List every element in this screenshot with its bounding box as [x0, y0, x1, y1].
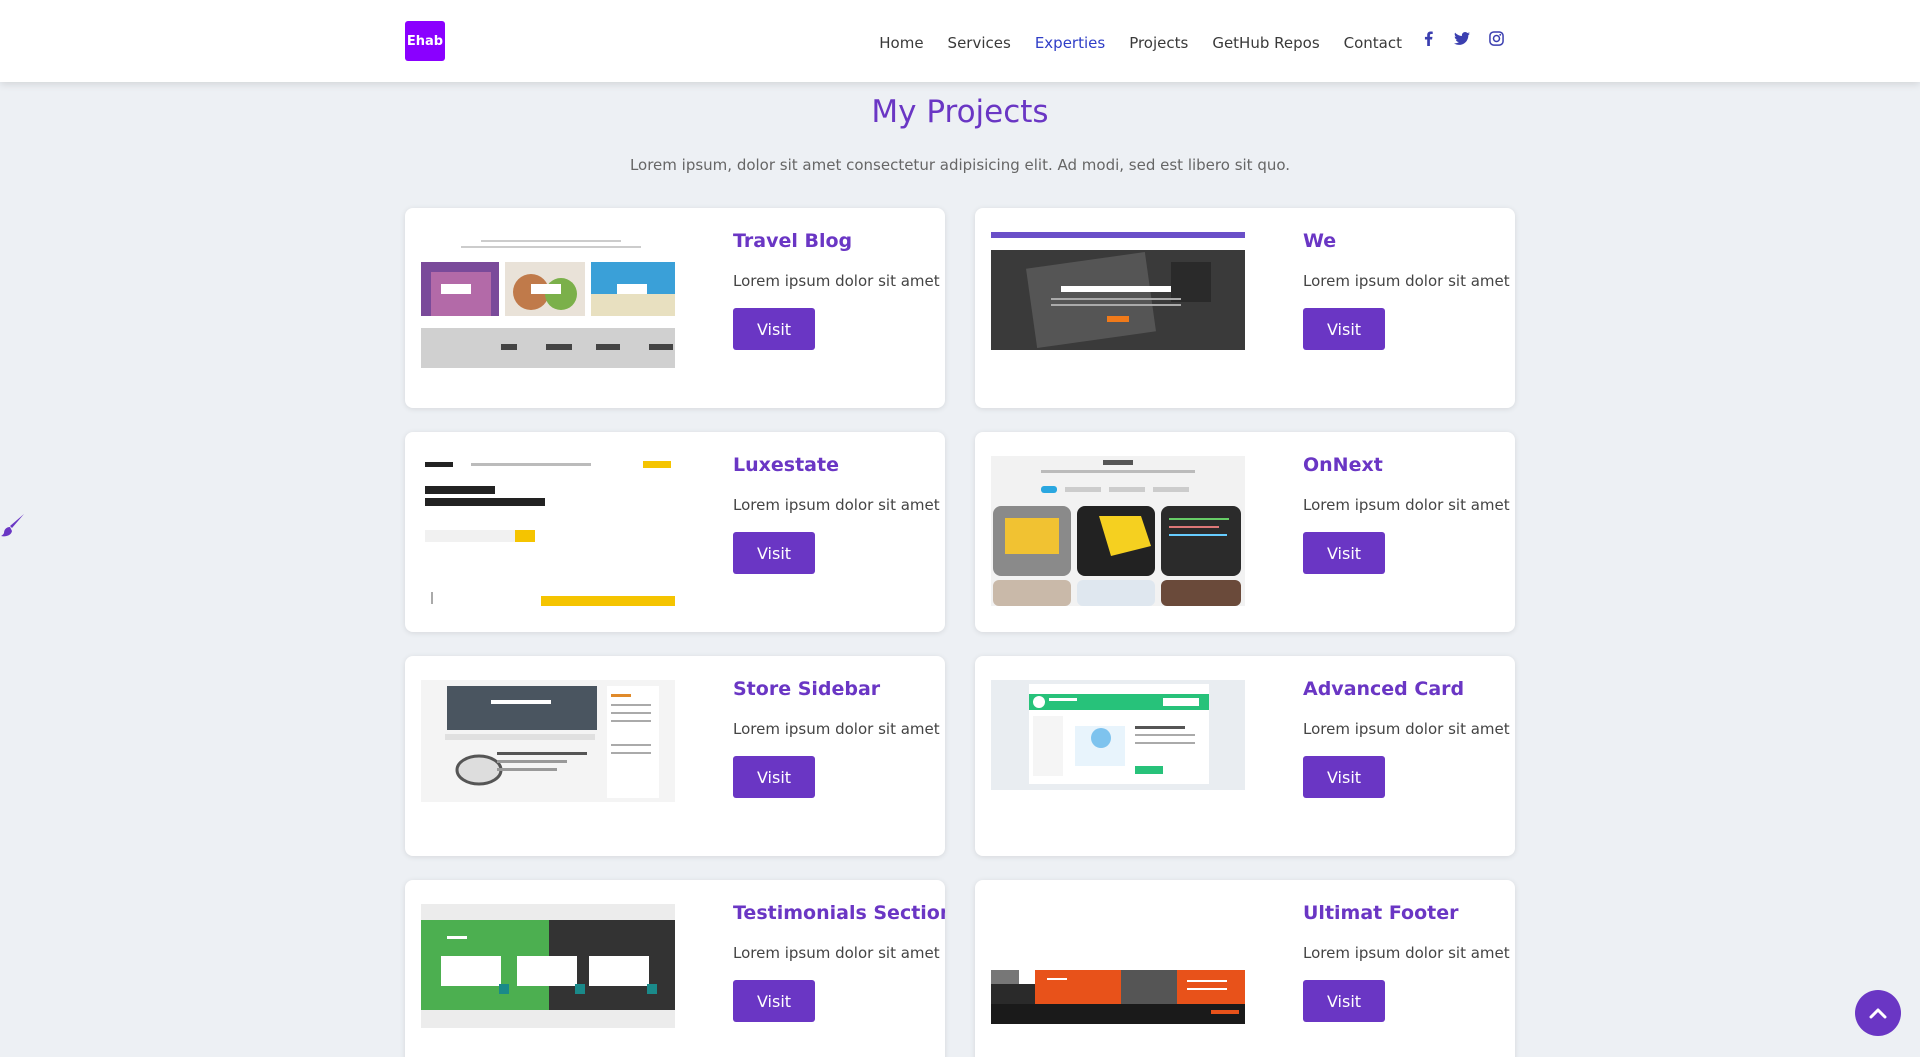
projects-grid: Travel Blog Lorem ipsum dolor sit amet V…	[405, 208, 1515, 1057]
project-thumbnail	[991, 456, 1245, 606]
visit-button[interactable]: Visit	[1303, 532, 1385, 574]
project-card-we: We Lorem ipsum dolor sit amet Visit	[975, 208, 1515, 408]
nav-link-services[interactable]: Services	[948, 34, 1011, 52]
project-card-body: OnNext Lorem ipsum dolor sit amet Visit	[1303, 454, 1510, 574]
project-title: Travel Blog	[733, 230, 853, 252]
project-card-store-sidebar: Store Sidebar Lorem ipsum dolor sit amet…	[405, 656, 945, 856]
instagram-icon[interactable]	[1488, 30, 1504, 46]
back-to-top-button[interactable]	[1855, 990, 1901, 1036]
project-card-body: We Lorem ipsum dolor sit amet Visit	[1303, 230, 1510, 350]
visit-button[interactable]: Visit	[1303, 308, 1385, 350]
nav-link-contact[interactable]: Contact	[1344, 34, 1402, 52]
project-thumbnail	[421, 456, 675, 606]
nav-link-experties[interactable]: Experties	[1035, 34, 1105, 52]
project-thumbnail	[991, 680, 1245, 830]
section-title: My Projects	[871, 94, 1049, 130]
project-card-body: Travel Blog Lorem ipsum dolor sit amet V…	[733, 230, 940, 350]
project-description: Lorem ipsum dolor sit amet	[1303, 944, 1510, 962]
project-card-advanced-card: Advanced Card Lorem ipsum dolor sit amet…	[975, 656, 1515, 856]
paintbrush-icon[interactable]	[0, 512, 26, 538]
project-description: Lorem ipsum dolor sit amet	[733, 496, 940, 514]
project-title: Store Sidebar	[733, 678, 881, 700]
visit-button[interactable]: Visit	[733, 532, 815, 574]
project-description: Lorem ipsum dolor sit amet	[1303, 272, 1510, 290]
main-nav: Home Services Experties Projects GetHub …	[879, 34, 1402, 52]
project-thumbnail	[421, 232, 675, 382]
visit-button[interactable]: Visit	[733, 980, 815, 1022]
project-title: Advanced Card	[1303, 678, 1465, 700]
project-title: We	[1303, 230, 1337, 252]
navbar: Ehab Home Services Experties Projects Ge…	[0, 0, 1920, 82]
project-card-luxestate: Luxestate Lorem ipsum dolor sit amet Vis…	[405, 432, 945, 632]
project-description: Lorem ipsum dolor sit amet	[733, 944, 940, 962]
project-card-body: Ultimat Footer Lorem ipsum dolor sit ame…	[1303, 902, 1510, 1022]
section-subtitle: Lorem ipsum, dolor sit amet consectetur …	[629, 156, 1291, 174]
twitter-icon[interactable]	[1454, 30, 1470, 46]
project-card-body: Testimonials Section Lorem ipsum dolor s…	[733, 902, 945, 1022]
project-card-ultimat-footer: Ultimat Footer Lorem ipsum dolor sit ame…	[975, 880, 1515, 1057]
project-description: Lorem ipsum dolor sit amet	[1303, 496, 1510, 514]
visit-button[interactable]: Visit	[733, 756, 815, 798]
project-title: Testimonials Section	[733, 902, 945, 924]
project-title: Luxestate	[733, 454, 839, 476]
project-thumbnail	[421, 680, 675, 830]
project-description: Lorem ipsum dolor sit amet	[733, 720, 940, 738]
project-title: OnNext	[1303, 454, 1383, 476]
social-links	[1420, 30, 1504, 46]
visit-button[interactable]: Visit	[1303, 756, 1385, 798]
project-description: Lorem ipsum dolor sit amet	[1303, 720, 1510, 738]
project-card-travel-blog: Travel Blog Lorem ipsum dolor sit amet V…	[405, 208, 945, 408]
brand-logo[interactable]: Ehab	[405, 21, 445, 61]
project-thumbnail	[991, 232, 1245, 382]
project-card-testimonials-section: Testimonials Section Lorem ipsum dolor s…	[405, 880, 945, 1057]
nav-link-home[interactable]: Home	[879, 34, 923, 52]
nav-link-github-repos[interactable]: GetHub Repos	[1212, 34, 1319, 52]
visit-button[interactable]: Visit	[733, 308, 815, 350]
project-description: Lorem ipsum dolor sit amet	[733, 272, 940, 290]
chevron-up-icon	[1869, 1008, 1887, 1019]
project-card-onnext: OnNext Lorem ipsum dolor sit amet Visit	[975, 432, 1515, 632]
visit-button[interactable]: Visit	[1303, 980, 1385, 1022]
nav-link-projects[interactable]: Projects	[1129, 34, 1188, 52]
project-card-body: Advanced Card Lorem ipsum dolor sit amet…	[1303, 678, 1510, 798]
facebook-icon[interactable]	[1420, 30, 1436, 46]
project-card-body: Store Sidebar Lorem ipsum dolor sit amet…	[733, 678, 940, 798]
project-title: Ultimat Footer	[1303, 902, 1459, 924]
project-card-body: Luxestate Lorem ipsum dolor sit amet Vis…	[733, 454, 940, 574]
project-thumbnail	[421, 904, 675, 1054]
project-thumbnail	[991, 904, 1245, 1054]
